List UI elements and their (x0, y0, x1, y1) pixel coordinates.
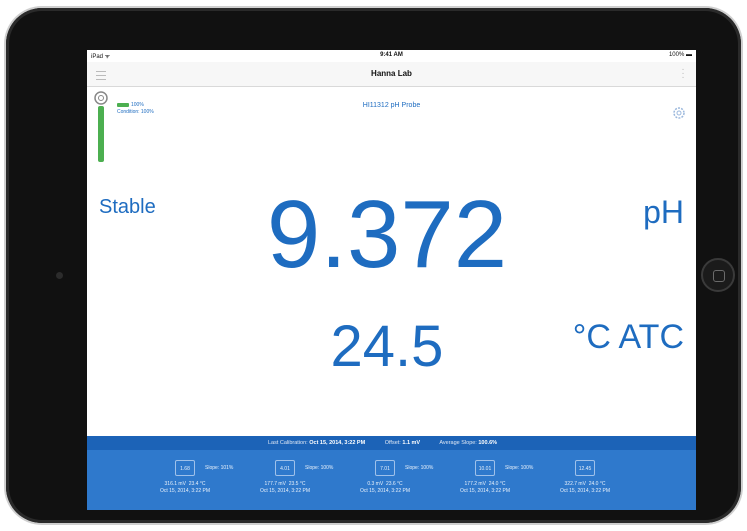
point-mv: 316.1 mV (164, 481, 186, 487)
point-temp: 23.5 °C (288, 481, 306, 487)
average-slope-label: Average Slope: (439, 440, 477, 446)
slope-label: Slope: 100% (305, 465, 334, 471)
calibration-point: 322.7 mV 24.0 °C Oct 15, 2014, 3:22 PM (530, 481, 640, 495)
slope-label: Slope: 100% (505, 465, 534, 471)
calibration-panel: Last Calibration: Oct 15, 2014, 3:22 PM … (87, 436, 696, 510)
temperature-unit: °C ATC (572, 318, 684, 356)
buffer-badge[interactable]: 7.01 (375, 460, 395, 476)
gear-icon[interactable] (672, 106, 686, 120)
calibration-summary: Last Calibration: Oct 15, 2014, 3:22 PM … (87, 440, 696, 446)
point-date: Oct 15, 2014, 3:22 PM (459, 488, 511, 494)
probe-condition: Condition: 100% (117, 109, 154, 115)
point-temp: 24.0 °C (588, 481, 606, 487)
ph-reading: 9.372 (266, 181, 508, 288)
home-button[interactable] (701, 258, 735, 292)
clock: 9:41 AM (380, 52, 403, 58)
average-slope-value: 100.6% (478, 440, 498, 446)
point-date: Oct 15, 2014, 3:22 PM (559, 488, 611, 494)
ipad-device: iPad ᯤ 9:41 AM 100% ▬ Hanna Lab · · · 100%… (6, 8, 741, 523)
buffer-badge[interactable]: 4.01 (275, 460, 295, 476)
offset-label: Offset: (384, 440, 401, 446)
slope-label: Slope: 101% (205, 465, 234, 471)
point-temp: 23.6 °C (385, 481, 403, 487)
probe-name: HI11312 pH Probe (362, 102, 421, 109)
ph-unit[interactable]: pH (643, 194, 684, 231)
front-camera (56, 272, 63, 279)
last-calibration-label: Last Calibration: (267, 440, 308, 446)
point-date: Oct 15, 2014, 3:22 PM (159, 488, 211, 494)
app-title: Hanna Lab (371, 69, 412, 78)
app-screen: iPad ᯤ 9:41 AM 100% ▬ Hanna Lab · · · 100%… (87, 50, 696, 510)
battery-percent: 100% (668, 52, 685, 58)
buffer-badge[interactable]: 10.01 (475, 460, 495, 476)
point-temp: 23.4 °C (188, 481, 206, 487)
point-date: Oct 15, 2014, 3:22 PM (359, 488, 411, 494)
point-mv: 322.7 mV (564, 481, 586, 487)
navigation-bar: Hanna Lab · · · (87, 62, 696, 87)
calibration-point: 316.1 mV 23.4 °C Oct 15, 2014, 3:22 PM (130, 481, 240, 495)
last-calibration-value: Oct 15, 2014, 3:22 PM (309, 440, 366, 446)
calibration-point: 177.2 mV 24.0 °C Oct 15, 2014, 3:22 PM (430, 481, 540, 495)
point-date: Oct 15, 2014, 3:22 PM (259, 488, 311, 494)
calibration-point: 177.7 mV 23.5 °C Oct 15, 2014, 3:22 PM (230, 481, 340, 495)
offset-value: 1.1 mV (402, 440, 421, 446)
status-bar: iPad ᯤ 9:41 AM 100% ▬ (87, 50, 696, 62)
point-mv: 0.3 mV (367, 481, 384, 487)
temperature-reading: 24.5 (330, 314, 444, 379)
buffer-badge[interactable]: 1.68 (175, 460, 195, 476)
calibration-points: 1.68 Slope: 101% 4.01 Slope: 100% 7.01 S… (87, 450, 696, 510)
slope-label: Slope: 100% (405, 465, 434, 471)
point-mv: 177.2 mV (464, 481, 486, 487)
calibration-point: 0.3 mV 23.6 °C Oct 15, 2014, 3:22 PM (330, 481, 440, 495)
stability-status: Stable (99, 196, 156, 218)
point-mv: 177.7 mV (264, 481, 286, 487)
buffer-badge[interactable]: 12.45 (575, 460, 595, 476)
more-options-icon[interactable]: · · · (681, 65, 685, 83)
battery-status: 100% ▬ (668, 52, 692, 58)
point-temp: 24.0 °C (488, 481, 506, 487)
